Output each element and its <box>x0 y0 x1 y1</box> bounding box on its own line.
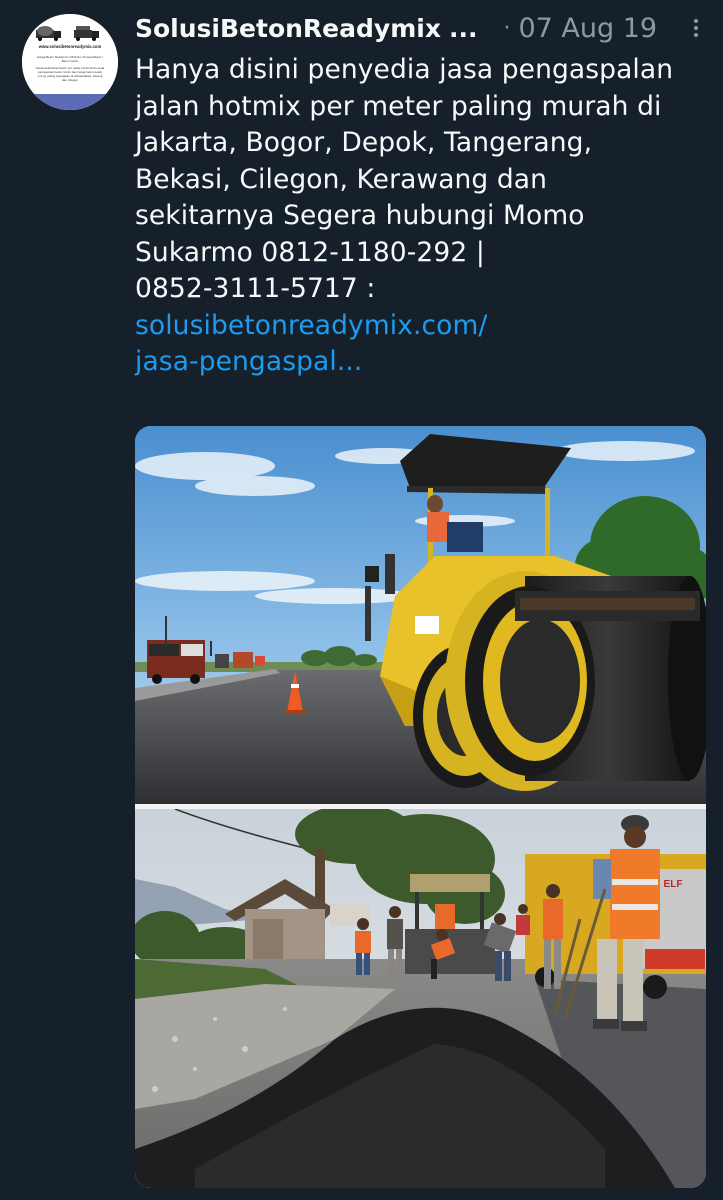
avatar-caption-2: Beton Instan <box>62 59 79 63</box>
text-line: jalan hotmix per meter paling murah di <box>135 90 662 122</box>
tweet-link[interactable]: solusibetonreadymix.com/ <box>135 308 707 345</box>
text-line: Sukarmo 0812-1180-292 | <box>135 236 485 268</box>
worker-5 <box>516 904 530 935</box>
tweet[interactable]: www.solusibetonreadymix.com Harga Beton … <box>0 0 723 1200</box>
text-line: Bekasi, Cilegon, Kerawang dan <box>135 163 548 195</box>
tweet-link-continued[interactable]: jasa-pengaspal... <box>135 344 707 381</box>
tweet-text: Hanya disini penyedia jasa pengaspalan j… <box>135 52 707 381</box>
name-ellipsis: ... <box>448 13 478 43</box>
bus <box>147 640 205 684</box>
tweet-header: SolusiBetonReadymix ... · 07 Aug 19 <box>135 8 705 48</box>
avatar-site: www.solusibetonreadymix.com <box>38 44 102 49</box>
separator-dot: · <box>503 15 511 41</box>
text-line: Hanya disini penyedia jasa pengaspalan <box>135 54 674 85</box>
tweet-date[interactable]: 07 Aug 19 <box>518 13 657 44</box>
photo-asphalt-workers[interactable]: ELF <box>135 809 706 1188</box>
avatar-image: www.solusibetonreadymix.com Harga Beton … <box>22 14 118 110</box>
text-line: Jakarta, Bogor, Depok, Tangerang, <box>135 127 593 158</box>
more-vertical-icon[interactable] <box>687 16 705 42</box>
text-line: 0852-3111-5717 : <box>135 273 376 304</box>
road-roller-image <box>135 426 706 804</box>
asphalt-workers-image: ELF <box>135 809 706 1188</box>
photo-road-roller[interactable] <box>135 426 706 804</box>
avatar-caption-6: dan Cilegon <box>62 78 78 82</box>
tweet-media[interactable]: ELF <box>135 426 706 1188</box>
truck-label-bottom: ELF <box>664 879 683 890</box>
avatar[interactable]: www.solusibetonreadymix.com Harga Beton … <box>22 14 118 110</box>
text-line: sekitarnya Segera hubungi Momo <box>135 200 585 231</box>
display-name[interactable]: SolusiBetonReadymix <box>135 14 441 43</box>
